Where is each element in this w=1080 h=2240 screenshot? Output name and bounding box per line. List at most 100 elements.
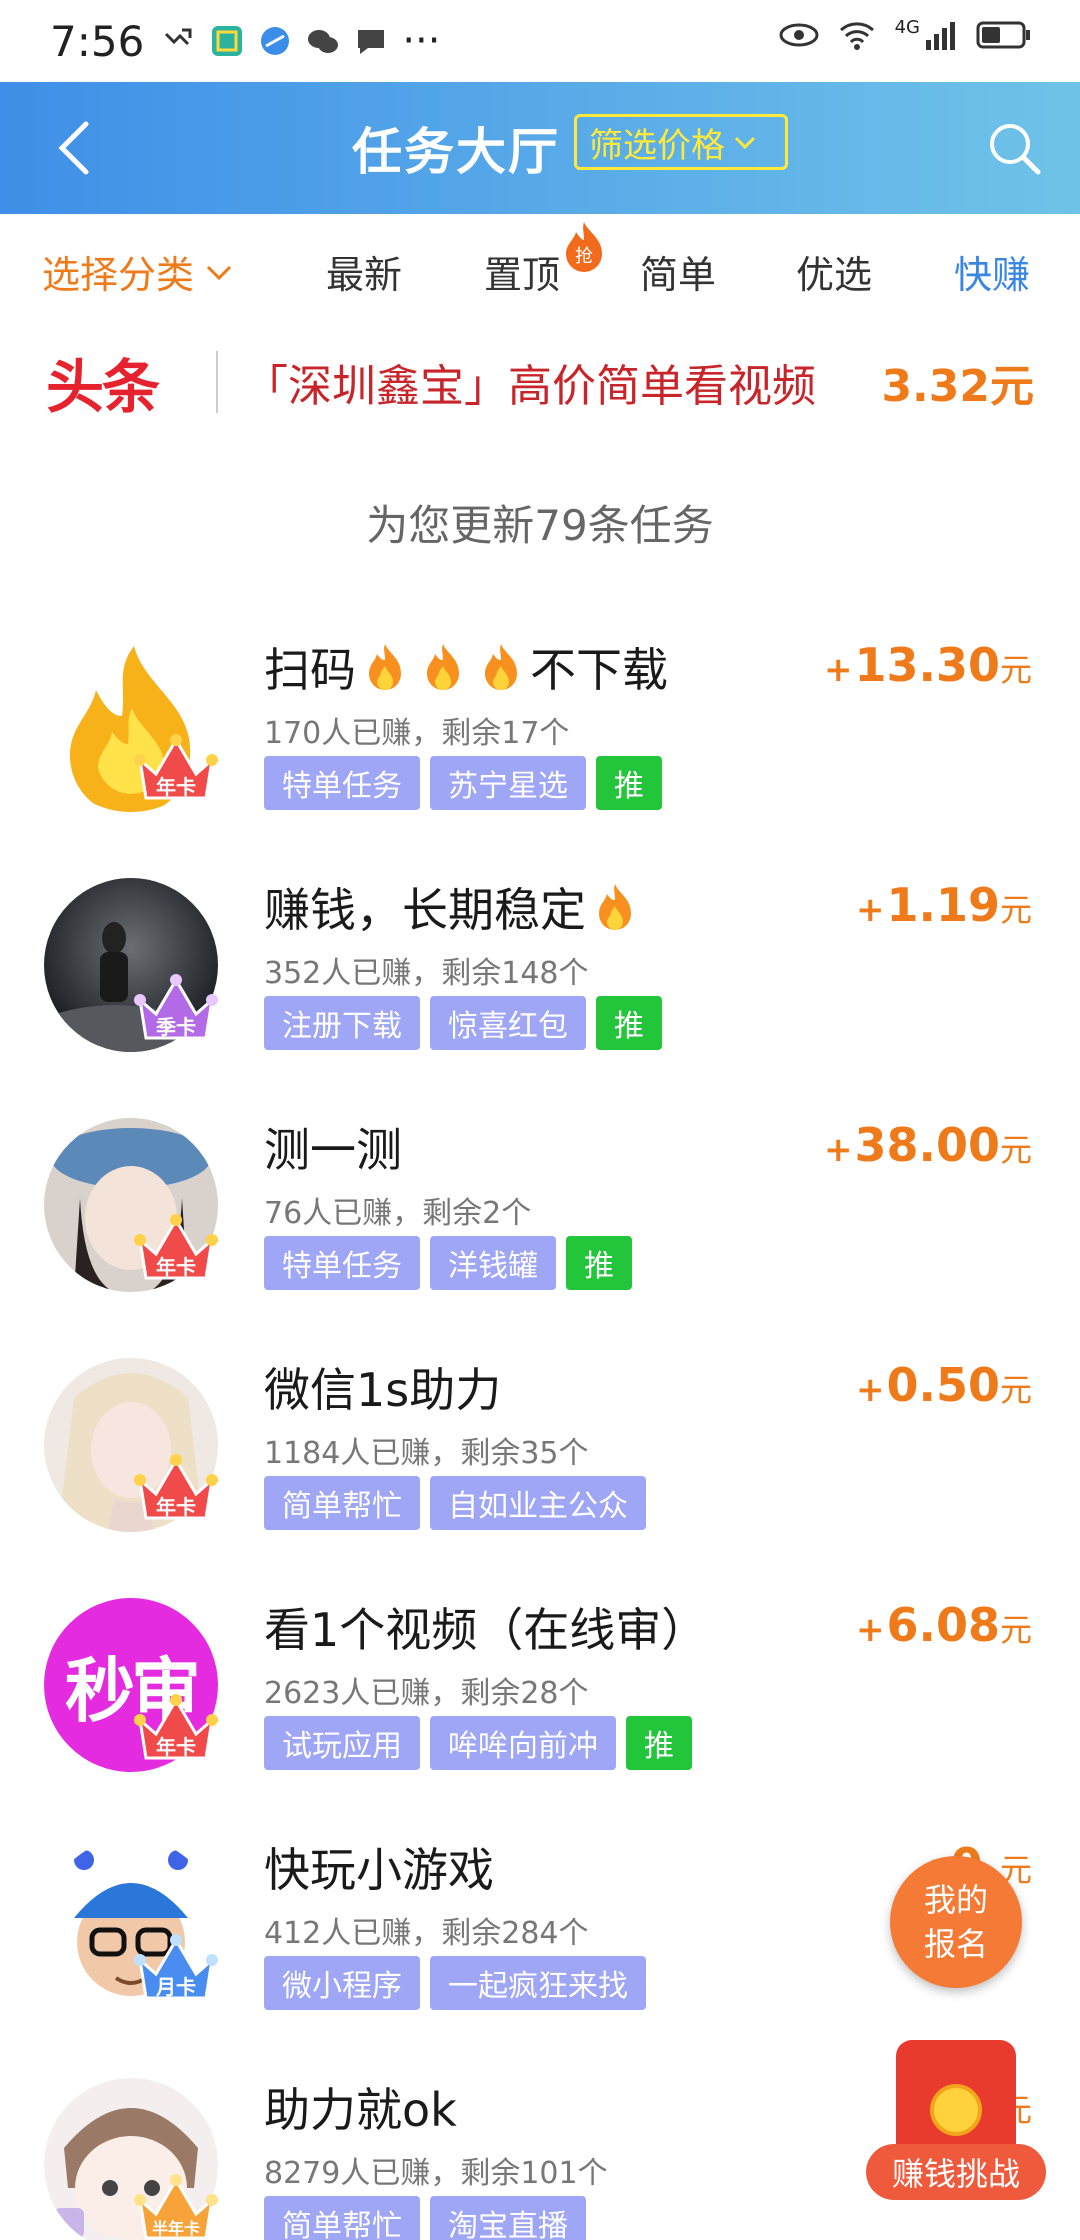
my-registrations-button[interactable]: 我的 报名 xyxy=(890,1856,1022,1988)
tab-pinned[interactable]: 置顶 xyxy=(484,244,560,299)
membership-badge-text: 年卡 xyxy=(156,1495,196,1519)
task-tag: 苏宁星选 xyxy=(430,756,586,810)
annual-card-crown-icon: 年卡 xyxy=(134,1454,218,1520)
task-stats: 352人已赚，剩余148个 xyxy=(264,956,589,991)
back-arrow-icon[interactable] xyxy=(48,118,108,178)
battery-icon xyxy=(976,21,1030,49)
task-title-text: 看1个视频（在线审） xyxy=(264,1603,708,1657)
reward-amount: 6.08 xyxy=(886,1598,1000,1652)
wechat-icon xyxy=(308,30,339,53)
task-item[interactable]: 秒审 年卡 看1个视频（在线审） 2623人已赚，剩余28个 试玩应用 哞哞向前… xyxy=(0,1562,1080,1802)
recommended-tag: 推 xyxy=(566,1236,632,1290)
task-tags: 简单帮忙 淘宝直播 xyxy=(264,2196,586,2240)
reward-amount: 38.00 xyxy=(854,1118,1000,1172)
reward-unit: 元 xyxy=(999,1131,1032,1169)
task-title-text: 测一测 xyxy=(264,1123,402,1177)
task-tag: 惊喜红包 xyxy=(430,996,586,1050)
eye-icon xyxy=(779,23,819,47)
task-item[interactable]: 季卡 赚钱，长期稳定 352人已赚，剩余148个 注册下载 惊喜红包 推 +1.… xyxy=(0,842,1080,1082)
earn-challenge-label: 赚钱挑战 xyxy=(866,2144,1046,2200)
task-stats: 2623人已赚，剩余28个 xyxy=(264,1676,589,1711)
task-title-suffix: 不下载 xyxy=(530,643,668,697)
task-tags: 注册下载 惊喜红包 推 xyxy=(264,996,662,1050)
filter-price-button[interactable]: 筛选价格 xyxy=(574,114,788,170)
fire-icon xyxy=(599,884,631,930)
task-tag: 试玩应用 xyxy=(264,1716,420,1770)
headline-text: 「深圳鑫宝」高价简单看视频 xyxy=(244,361,816,412)
task-tag: 淘宝直播 xyxy=(430,2196,586,2240)
reward-plus: + xyxy=(823,650,853,690)
task-list: 年卡 扫码 不下载 170人已赚，剩余17个 特单任务 苏宁星选 推 +13.3… xyxy=(0,602,1080,2240)
task-tag: 哞哞向前冲 xyxy=(430,1716,616,1770)
headline-price: 3.32元 xyxy=(881,361,1034,412)
reward-unit: 元 xyxy=(999,1611,1032,1649)
message-icon xyxy=(358,30,385,54)
fire-icon xyxy=(485,644,517,690)
task-title: 扫码 不下载 xyxy=(264,634,668,700)
missed-call-icon xyxy=(165,28,192,46)
update-notice: 为您更新79条任务 xyxy=(366,500,714,550)
season-card-crown-icon: 季卡 xyxy=(134,974,218,1040)
tab-select-category[interactable]: 选择分类 xyxy=(42,244,234,299)
earn-challenge-button[interactable]: 赚钱挑战 xyxy=(866,2040,1046,2200)
tab-preferred[interactable]: 优选 xyxy=(796,244,872,299)
task-tags: 特单任务 苏宁星选 推 xyxy=(264,756,662,810)
reward-unit: 元 xyxy=(999,651,1032,689)
task-item[interactable]: 年卡 微信1s助力 1184人已赚，剩余35个 简单帮忙 自如业主公众 +0.5… xyxy=(0,1322,1080,1562)
half-year-card-crown-icon: 半年卡 xyxy=(134,2174,218,2240)
membership-badge-text: 月卡 xyxy=(155,1975,196,1999)
hot-badge-text: 抢 xyxy=(575,246,593,267)
reward-plus: + xyxy=(855,890,885,930)
status-bar: 7:56 ··· 4G xyxy=(0,0,1080,82)
reward-plus: + xyxy=(855,1610,885,1650)
reward-amount: 1.19 xyxy=(886,878,1000,932)
filter-price-label: 筛选价格 xyxy=(589,125,725,166)
task-stats: 412人已赚，剩余284个 xyxy=(264,1916,589,1951)
status-right-icons: 4G xyxy=(779,16,1032,52)
task-reward: +0.50元 xyxy=(856,1358,1032,1412)
annual-card-crown-icon: 年卡 xyxy=(134,1214,218,1280)
tab-simple[interactable]: 简单 xyxy=(640,244,716,299)
reward-amount: 0.50 xyxy=(886,1358,1000,1412)
task-stats: 170人已赚，剩余17个 xyxy=(264,716,570,751)
task-title-text: 微信1s助力 xyxy=(264,1363,502,1417)
fire-icon xyxy=(369,644,401,690)
reward-amount: 13.30 xyxy=(854,638,1000,692)
network-type: 4G xyxy=(894,16,920,38)
task-tag: 洋钱罐 xyxy=(430,1236,556,1290)
task-tag: 微小程序 xyxy=(264,1956,420,2010)
fab-line2: 报名 xyxy=(923,1925,988,1963)
task-item[interactable]: 年卡 扫码 不下载 170人已赚，剩余17个 特单任务 苏宁星选 推 +13.3… xyxy=(0,602,1080,842)
tab-latest[interactable]: 最新 xyxy=(326,244,402,299)
task-tags: 简单帮忙 自如业主公众 xyxy=(264,1476,646,1530)
app-notification-icon xyxy=(212,26,243,56)
task-tag: 简单帮忙 xyxy=(264,2196,420,2240)
task-title-text: 扫码 xyxy=(264,643,356,697)
fire-icon xyxy=(427,644,459,690)
tab-quick-earn[interactable]: 快赚 xyxy=(954,244,1030,299)
membership-badge-text: 年卡 xyxy=(156,1255,196,1279)
headline-banner[interactable]: 头条 「深圳鑫宝」高价简单看视频 3.32元 xyxy=(0,322,1080,442)
chevron-down-icon xyxy=(206,265,232,280)
task-tags: 微小程序 一起疯狂来找 xyxy=(264,1956,646,2010)
fab-line1: 我的 xyxy=(923,1881,988,1919)
membership-badge-text: 半年卡 xyxy=(152,2219,200,2238)
task-reward: +6.08元 xyxy=(856,1598,1032,1652)
task-tag: 特单任务 xyxy=(264,1236,420,1290)
reward-plus: + xyxy=(855,1370,885,1410)
task-tag: 注册下载 xyxy=(264,996,420,1050)
task-stats: 1184人已赚，剩余35个 xyxy=(264,1436,589,1471)
reward-plus: + xyxy=(823,1130,853,1170)
search-icon[interactable] xyxy=(984,118,1044,178)
top-header: 任务大厅 筛选价格 xyxy=(0,82,1080,214)
membership-badge-text: 年卡 xyxy=(156,1735,196,1759)
wifi-icon xyxy=(839,22,874,50)
annual-card-crown-icon: 年卡 xyxy=(134,1694,218,1760)
task-title: 看1个视频（在线审） xyxy=(264,1594,707,1660)
task-item[interactable]: 年卡 测一测 76人已赚，剩余2个 特单任务 洋钱罐 推 +38.00元 xyxy=(0,1082,1080,1322)
status-left-icons: ··· xyxy=(162,18,440,64)
task-title: 测一测 xyxy=(264,1114,402,1180)
annual-card-crown-icon: 年卡 xyxy=(134,734,218,800)
task-tags: 试玩应用 哞哞向前冲 推 xyxy=(264,1716,692,1770)
task-title: 快玩小游戏 xyxy=(264,1834,494,1900)
